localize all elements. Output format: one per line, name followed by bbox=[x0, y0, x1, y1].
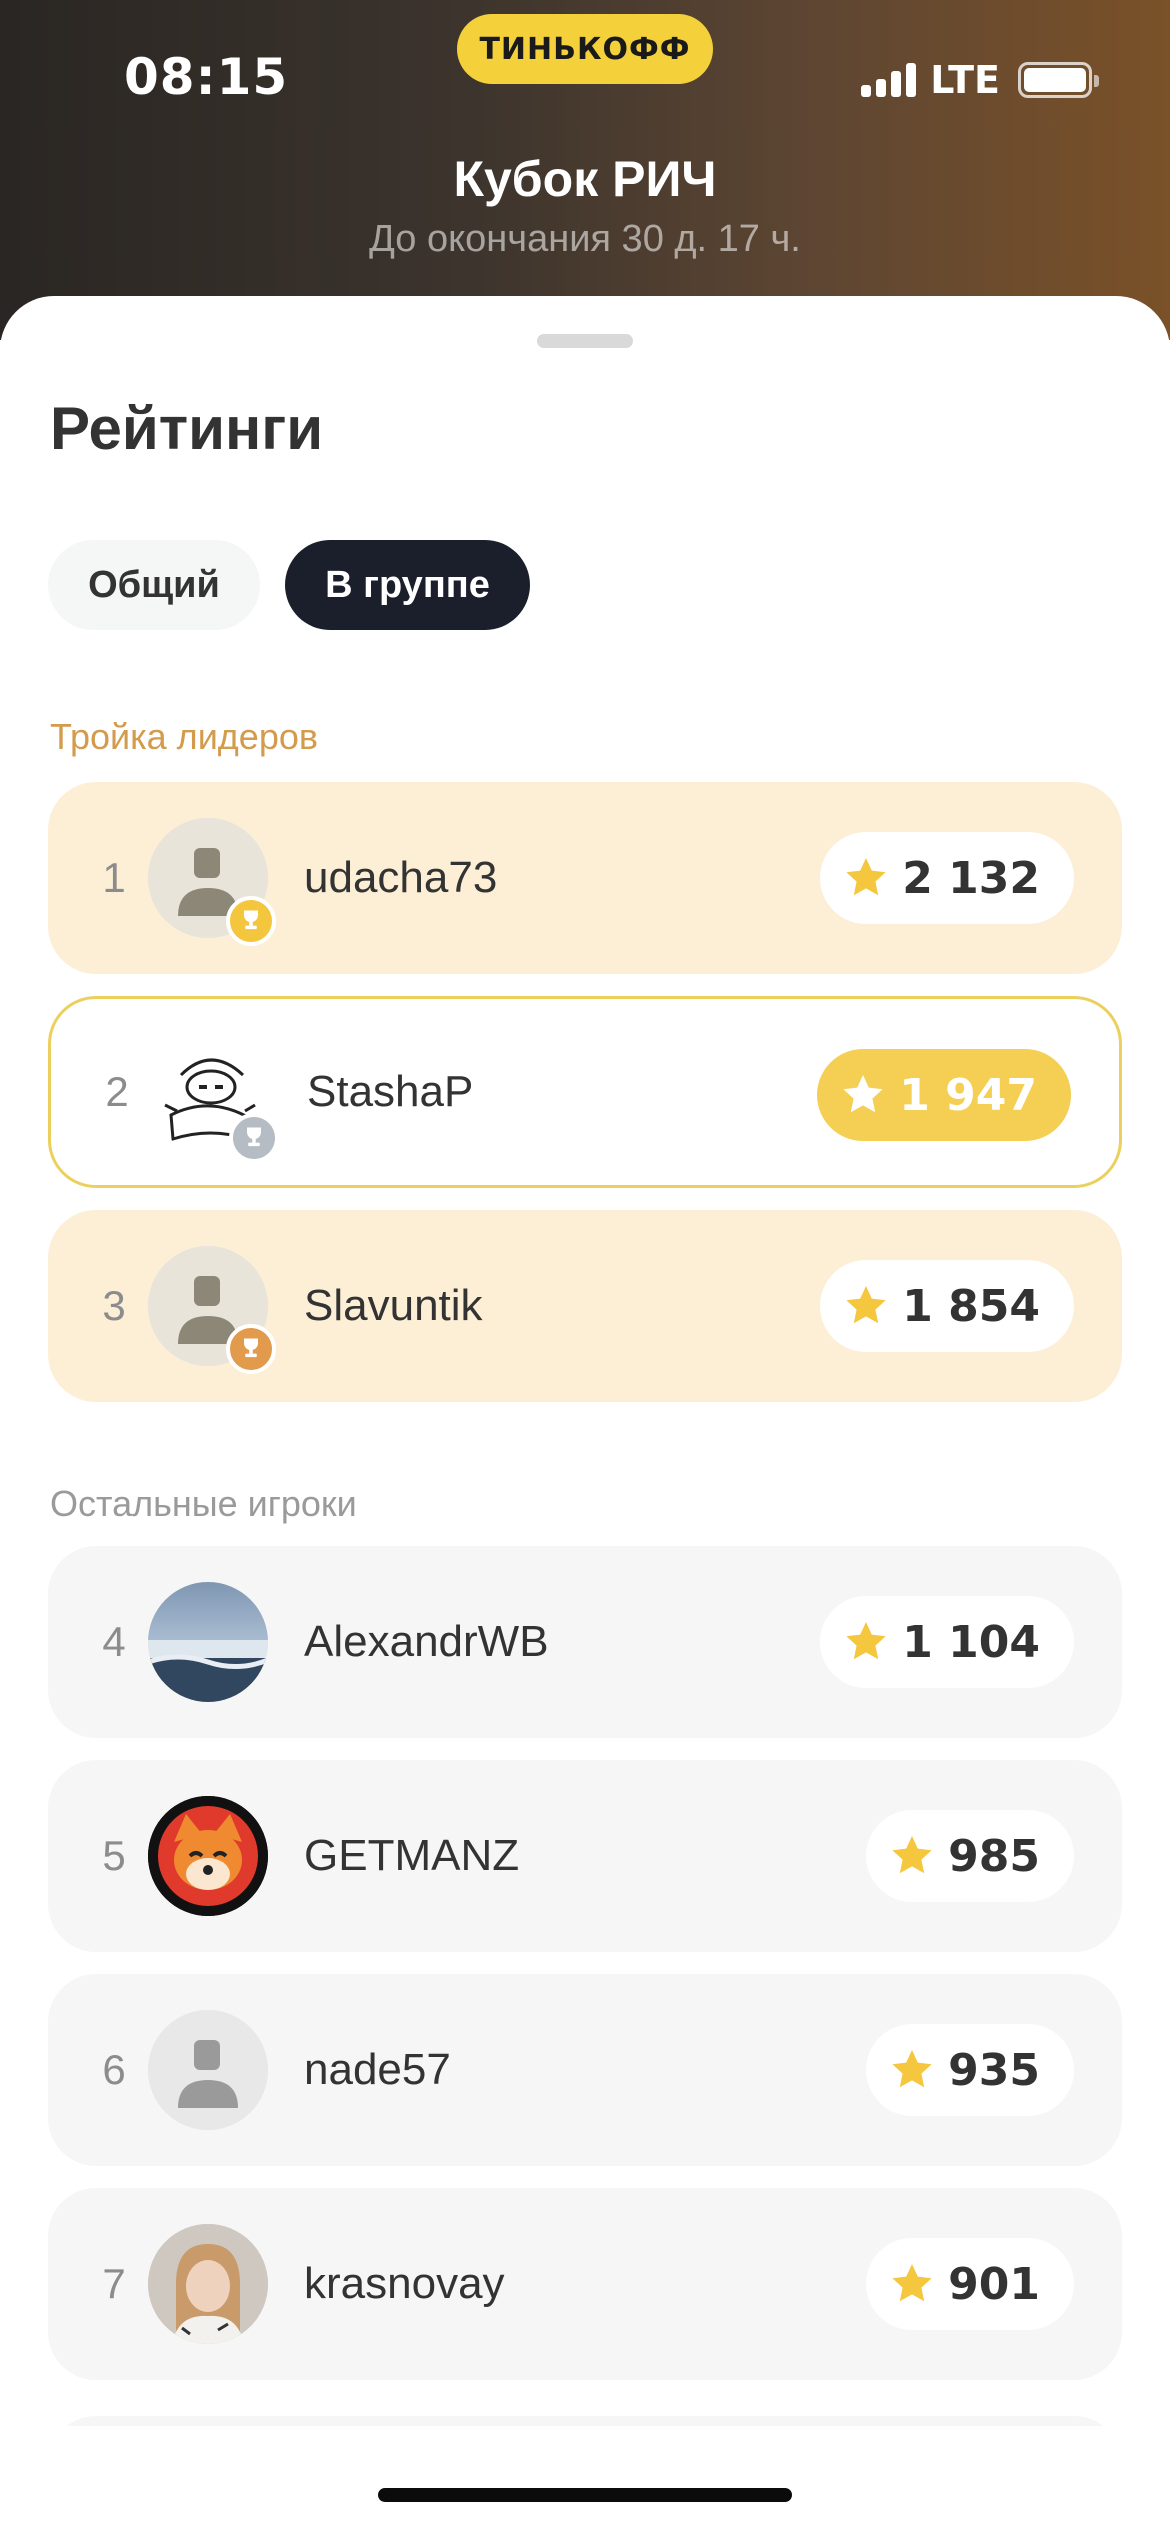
score-value: 935 bbox=[948, 2044, 1040, 2096]
photo-avatar bbox=[148, 2224, 268, 2344]
sea-photo-avatar bbox=[148, 1582, 268, 1702]
score-pill: 1 104 bbox=[820, 1596, 1074, 1688]
others-section-label: Остальные игроки bbox=[50, 1483, 357, 1524]
score-pill: 1 947 bbox=[817, 1049, 1071, 1141]
battery-icon bbox=[1018, 62, 1099, 98]
leaders-section-label: Тройка лидеров bbox=[50, 716, 318, 757]
score-value: 1 947 bbox=[899, 1069, 1037, 1121]
score-value: 2 132 bbox=[902, 852, 1040, 904]
score-pill: 935 bbox=[866, 2024, 1074, 2116]
score-pill: 901 bbox=[866, 2238, 1074, 2330]
player-name: Slavuntik bbox=[304, 1281, 483, 1330]
trophy-icon bbox=[229, 1113, 279, 1163]
cup-title: Кубок РИЧ bbox=[453, 151, 717, 207]
score-value: 1 854 bbox=[902, 1280, 1040, 1332]
player-name: nade57 bbox=[304, 2045, 451, 2094]
star-icon bbox=[846, 1622, 886, 1660]
player-name: GETMANZ bbox=[304, 1831, 520, 1880]
player-name: udacha73 bbox=[304, 853, 498, 902]
current-user-row[interactable]: 2 StashaP 1 947 bbox=[48, 996, 1122, 1188]
player-name: AlexandrWB bbox=[304, 1617, 549, 1666]
page-title: Рейтинги bbox=[50, 395, 324, 462]
player-row[interactable]: 5 GETMANZ 985 bbox=[48, 1760, 1122, 1952]
score-value: 1 104 bbox=[902, 1616, 1040, 1668]
rank-number: 4 bbox=[102, 1618, 126, 1665]
leader-row[interactable]: 1 udacha73 2 132 bbox=[48, 782, 1122, 974]
player-name: krasnovay bbox=[304, 2259, 505, 2308]
cup-time-left: До окончания 30 д. 17 ч. bbox=[369, 218, 801, 260]
placeholder-avatar-icon bbox=[148, 2010, 268, 2130]
score-value: 985 bbox=[948, 1830, 1040, 1882]
tab-general[interactable]: Общий bbox=[48, 540, 260, 630]
score-pill: 985 bbox=[866, 1810, 1074, 1902]
sheet-grabber[interactable] bbox=[537, 334, 633, 348]
score-pill: 1 854 bbox=[820, 1260, 1074, 1352]
rank-number: 6 bbox=[102, 2046, 126, 2093]
trophy-icon bbox=[226, 896, 276, 946]
player-row[interactable]: 6 nade57 935 bbox=[48, 1974, 1122, 2166]
player-row[interactable]: 7 krasnovay 901 bbox=[48, 2188, 1122, 2380]
rank-number: 2 bbox=[105, 1068, 129, 1115]
rank-number: 7 bbox=[102, 2260, 126, 2307]
star-icon bbox=[892, 2050, 932, 2088]
leader-row[interactable]: 3 Slavuntik 1 854 bbox=[48, 1210, 1122, 1402]
star-icon bbox=[846, 1286, 886, 1324]
status-indicators: LTE bbox=[861, 58, 1099, 102]
star-icon bbox=[892, 1836, 932, 1874]
status-time: 08:15 bbox=[124, 48, 289, 106]
player-row[interactable]: 4 AlexandrWB 1 104 bbox=[48, 1546, 1122, 1738]
ratings-sheet: Рейтинги Общий В группе Тройка лидеров 1… bbox=[0, 296, 1170, 2532]
star-icon bbox=[892, 2264, 932, 2302]
trophy-icon bbox=[226, 1324, 276, 1374]
rank-number: 3 bbox=[102, 1282, 126, 1329]
score-pill: 2 132 bbox=[820, 832, 1074, 924]
home-indicator[interactable] bbox=[378, 2488, 792, 2502]
shiba-avatar bbox=[148, 1796, 268, 1916]
tab-in-group[interactable]: В группе bbox=[285, 540, 530, 630]
list-bottom-fade bbox=[0, 2426, 1170, 2532]
star-icon bbox=[846, 858, 886, 896]
network-type: LTE bbox=[930, 58, 1000, 102]
star-icon bbox=[843, 1075, 883, 1113]
signal-icon bbox=[861, 63, 917, 97]
brand-logo: ТИНЬКОФФ bbox=[457, 14, 713, 84]
player-name: StashaP bbox=[307, 1067, 474, 1116]
rank-number: 5 bbox=[102, 1832, 126, 1879]
score-value: 901 bbox=[948, 2258, 1040, 2310]
rank-number: 1 bbox=[102, 854, 126, 901]
